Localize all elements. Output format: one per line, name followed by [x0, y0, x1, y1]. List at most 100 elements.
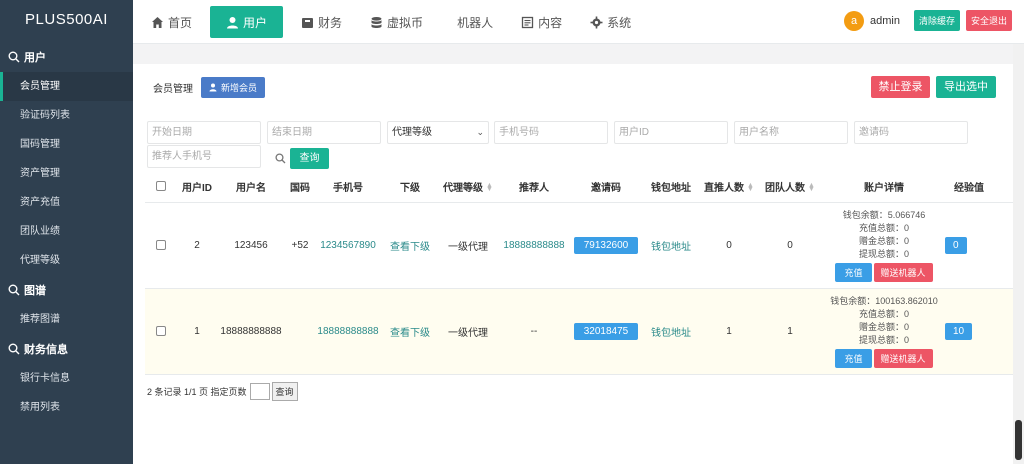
cell-referrer-link[interactable]: 18888888888 — [497, 240, 571, 251]
invite-code-badge[interactable]: 79132600 — [573, 237, 639, 254]
wallet-balance: 钱包余额：100163.862010 — [830, 296, 938, 306]
cell-direct-count: 1 — [726, 326, 732, 337]
row-checkbox[interactable] — [156, 240, 166, 251]
sidebar-item-team-performance[interactable]: 团队业绩 — [0, 217, 133, 246]
gift-robot-button[interactable]: 赠送机器人 — [873, 349, 933, 368]
nav-content[interactable]: 内容 — [511, 6, 572, 38]
recharge-total: 充值总额：0 — [858, 223, 909, 233]
sidebar-group-user[interactable]: 用户 — [0, 42, 133, 72]
ban-login-button[interactable]: 禁止登录 — [871, 76, 930, 98]
nav-system[interactable]: 系统 — [580, 6, 641, 38]
nav-user[interactable]: 用户 — [210, 6, 284, 38]
cell-team-count: 0 — [787, 240, 793, 251]
go-page-button[interactable]: 查询 — [271, 382, 298, 401]
user-icon — [227, 16, 239, 28]
phone-input[interactable]: 手机号码 — [494, 121, 608, 144]
export-selected-button[interactable]: 导出选中 — [936, 76, 996, 98]
logout-button[interactable]: 安全退出 — [965, 10, 1012, 31]
home-icon — [152, 16, 163, 28]
cell-account-detail: 钱包余额：5.066746 充值总额：0 赠金总额：0 提现总额：0 充值 赠送… — [823, 209, 945, 282]
nav-home[interactable]: 首页 — [141, 6, 202, 38]
start-date-input[interactable]: 开始日期 — [147, 121, 261, 144]
table-header: 用户ID 用户名 国码 手机号 下级 代理等级 ▲ ▼ 推荐人 邀请码 钱包地址 直… — [145, 171, 1013, 203]
search-icon — [8, 343, 20, 355]
col-direct-count[interactable]: 直推人数 ▲ ▼ — [701, 179, 757, 194]
col-referrer: 推荐人 — [519, 183, 549, 194]
view-downline-link[interactable]: 查看下级 — [381, 324, 439, 339]
clear-cache-button[interactable]: 清除缓存 — [913, 10, 960, 31]
experience-badge[interactable]: 10 — [945, 323, 973, 340]
wallet-address-link[interactable]: 钱包地址 — [641, 238, 701, 253]
scrollbar[interactable] — [1013, 44, 1024, 464]
sidebar-group-finance[interactable]: 财务信息 — [0, 334, 133, 364]
cell-agent-level: 一级代理 — [448, 328, 488, 339]
main-content: 会员管理 新增会员 禁止登录 导出选中 开始日期 结束日期 代理等级 ⌄ 手机号… — [133, 64, 1013, 464]
end-date-input[interactable]: 结束日期 — [267, 121, 381, 144]
cell-phone-link[interactable]: 18888888888 — [315, 326, 381, 337]
sidebar-item-bank-card[interactable]: 银行卡信息 — [0, 364, 133, 393]
cell-phone-link[interactable]: 1234567890 — [315, 240, 381, 251]
col-team-count[interactable]: 团队人数 ▲ ▼ — [757, 179, 823, 194]
nav-finance[interactable]: 财务 — [291, 6, 352, 38]
cell-user-id: 1 — [194, 326, 200, 337]
page-number-input[interactable] — [249, 383, 270, 400]
col-agent-level[interactable]: 代理等级 ▲ ▼ — [439, 179, 497, 194]
row-checkbox[interactable] — [156, 326, 166, 337]
gift-total: 赠金总额：0 — [858, 236, 909, 246]
document-icon — [521, 16, 534, 28]
sidebar-group-graph[interactable]: 图谱 — [0, 275, 133, 305]
table-row: 1 18888888888 18888888888 查看下级 一级代理 -- 3… — [145, 289, 1013, 375]
invite-code-badge[interactable]: 32018475 — [573, 323, 639, 340]
agent-level-select[interactable]: 代理等级 ⌄ — [387, 121, 489, 144]
view-downline-link[interactable]: 查看下级 — [381, 238, 439, 253]
cell-country-code: +52 — [291, 240, 309, 251]
username-input[interactable]: 用户名称 — [734, 121, 848, 144]
cell-direct-count: 0 — [726, 240, 732, 251]
sidebar-item-captcha-list[interactable]: 验证码列表 — [0, 101, 133, 130]
sidebar-item-agent-level[interactable]: 代理等级 — [0, 246, 133, 275]
sort-icon: ▲ ▼ — [747, 182, 754, 194]
select-all-checkbox[interactable] — [156, 181, 166, 192]
page-header: 会员管理 新增会员 — [153, 77, 266, 98]
page-title: 会员管理 — [153, 84, 193, 95]
sidebar-item-ban-list[interactable]: 禁用列表 — [0, 393, 133, 422]
invite-code-input[interactable]: 邀请码 — [854, 121, 968, 144]
sidebar-item-member-management[interactable]: 会员管理 — [0, 72, 133, 101]
cell-username: 18888888888 — [220, 326, 282, 337]
col-user-id: 用户ID — [182, 183, 212, 194]
user-id-input[interactable]: 用户ID — [614, 121, 728, 144]
query-button[interactable]: 查询 — [290, 148, 329, 169]
username-label[interactable]: admin — [870, 15, 900, 27]
wallet-address-link[interactable]: 钱包地址 — [641, 324, 701, 339]
sort-icon: ▲ ▼ — [808, 182, 815, 194]
avatar[interactable]: a — [844, 10, 864, 31]
sidebar-group-label: 用户 — [24, 52, 46, 64]
database-icon — [371, 16, 382, 28]
sidebar-item-asset-recharge[interactable]: 资产充值 — [0, 188, 133, 217]
referrer-phone-input[interactable]: 推荐人手机号 — [147, 145, 261, 168]
nav-robot[interactable]: 机器人 — [447, 6, 503, 38]
user-area: a admin 清除缓存 安全退出 — [844, 10, 1012, 31]
nav-crypto[interactable]: 虚拟币 — [360, 6, 433, 38]
members-table: 用户ID 用户名 国码 手机号 下级 代理等级 ▲ ▼ 推荐人 邀请码 钱包地址 直… — [145, 171, 1013, 375]
sidebar-item-referral-graph[interactable]: 推荐图谱 — [0, 305, 133, 334]
experience-badge[interactable]: 0 — [945, 237, 967, 254]
wallet-balance: 钱包余额：5.066746 — [842, 210, 926, 220]
add-member-button[interactable]: 新增会员 — [201, 77, 266, 98]
sidebar: PLUS500AI 用户 会员管理 验证码列表 国码管理 资产管理 资产充值 团… — [0, 0, 133, 464]
col-invite-code: 邀请码 — [591, 183, 621, 194]
table-row: 2 123456 +52 1234567890 查看下级 一级代理 188888… — [145, 203, 1013, 289]
gift-robot-button[interactable]: 赠送机器人 — [873, 263, 933, 282]
main-nav: 首页 用户 财务 虚拟币 机器人 内容 系统 — [133, 0, 641, 44]
cell-username: 123456 — [234, 240, 268, 251]
scrollbar-thumb[interactable] — [1015, 420, 1022, 460]
recharge-total: 充值总额：0 — [858, 309, 909, 319]
recharge-button[interactable]: 充值 — [835, 263, 872, 282]
withdraw-total: 提现总额：0 — [858, 335, 909, 345]
top-navbar: 首页 用户 财务 虚拟币 机器人 内容 系统 a admin 清除缓存 安全退出 — [133, 0, 1024, 44]
cell-team-count: 1 — [787, 326, 793, 337]
sidebar-item-country-code[interactable]: 国码管理 — [0, 130, 133, 159]
recharge-button[interactable]: 充值 — [835, 349, 872, 368]
add-user-icon — [209, 83, 217, 92]
sidebar-item-assets[interactable]: 资产管理 — [0, 159, 133, 188]
